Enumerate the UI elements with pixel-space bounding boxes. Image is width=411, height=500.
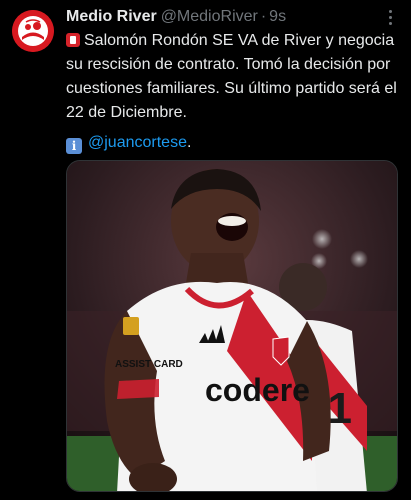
mention-link[interactable]: @juancortese [88, 134, 187, 151]
tweet-text: Salomón Rondón SE VA de River y negocia … [66, 29, 400, 125]
timestamp[interactable]: 9s [269, 8, 286, 26]
tweet-body: Salomón Rondón SE VA de River y negocia … [66, 32, 397, 121]
sleeve-text: ASSIST CARD [115, 359, 183, 370]
tweet-header: Medio River @MedioRiver · 9s [66, 6, 397, 28]
player-celebration-photo: 21 codere ASSIST CARD [67, 161, 397, 491]
more-horizontal-icon[interactable] [381, 8, 399, 26]
sponsor-text: codere [205, 372, 310, 408]
mention-line: i @juancortese. [66, 131, 191, 155]
author-name[interactable]: Medio River [66, 8, 157, 26]
tweet-card[interactable]: Medio River @MedioRiver · 9s Salomón Ron… [0, 0, 411, 500]
information-emoji-icon: i [66, 138, 82, 154]
mention-suffix: . [186, 134, 192, 151]
tweet-photo[interactable]: 21 codere ASSIST CARD [66, 160, 398, 492]
medio-river-logo [12, 10, 54, 52]
author-handle[interactable]: @MedioRiver [161, 8, 258, 26]
separator: · [260, 8, 267, 25]
red-square-emoji-icon [66, 33, 80, 47]
avatar[interactable] [12, 10, 54, 52]
